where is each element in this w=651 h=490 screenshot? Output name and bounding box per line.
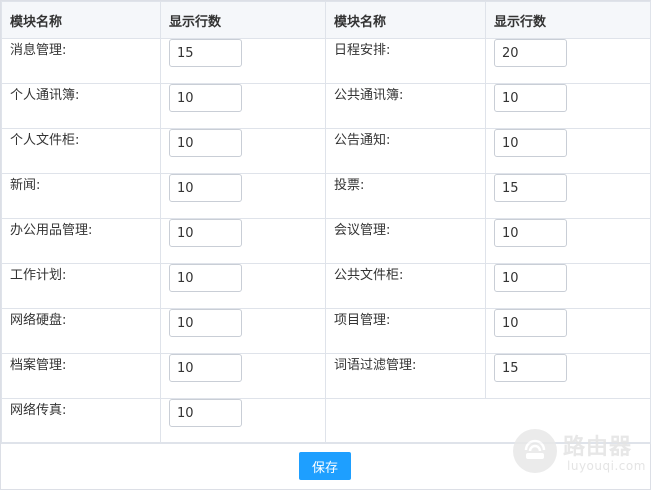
- row-count-input[interactable]: [494, 354, 567, 382]
- row-count-input[interactable]: [169, 129, 242, 157]
- display-rows-table: 模块名称 显示行数 模块名称 显示行数 消息管理: 日程安排: 个人通讯簿: 公…: [1, 1, 651, 444]
- module-label: 个人文件柜:: [1, 128, 161, 174]
- row-count-input[interactable]: [494, 84, 567, 112]
- module-label: 项目管理:: [325, 308, 486, 354]
- module-label: 新闻:: [1, 173, 161, 219]
- module-label: 工作计划:: [1, 263, 161, 309]
- module-label: 档案管理:: [1, 353, 161, 399]
- column-header-display-rows: 显示行数: [160, 1, 326, 39]
- row-count-input[interactable]: [494, 309, 567, 337]
- column-header-module-name: 模块名称: [325, 1, 486, 39]
- module-label: 公共通讯簿:: [325, 83, 486, 129]
- module-label: 网络传真:: [1, 398, 161, 444]
- table-row: 消息管理: 日程安排:: [1, 38, 651, 84]
- table-row: 网络硬盘: 项目管理:: [1, 308, 651, 354]
- row-count-input[interactable]: [169, 219, 242, 247]
- module-label: 消息管理:: [1, 38, 161, 84]
- row-count-input[interactable]: [494, 264, 567, 292]
- watermark: 路由器 luyouqi.com: [513, 425, 645, 481]
- column-header-display-rows: 显示行数: [485, 1, 651, 39]
- row-count-input[interactable]: [169, 399, 242, 427]
- router-logo-icon: [513, 429, 557, 473]
- table-row: 个人文件柜: 公告通知:: [1, 128, 651, 174]
- module-label: 会议管理:: [325, 218, 486, 264]
- table-row: 新闻: 投票:: [1, 173, 651, 219]
- row-count-input[interactable]: [169, 264, 242, 292]
- table-row: 个人通讯簿: 公共通讯簿:: [1, 83, 651, 129]
- module-label: 词语过滤管理:: [325, 353, 486, 399]
- column-header-module-name: 模块名称: [1, 1, 161, 39]
- row-count-input[interactable]: [169, 84, 242, 112]
- module-label: 公告通知:: [325, 128, 486, 174]
- module-label: 投票:: [325, 173, 486, 219]
- row-count-input[interactable]: [494, 174, 567, 202]
- module-label: 办公用品管理:: [1, 218, 161, 264]
- module-label: 网络硬盘:: [1, 308, 161, 354]
- settings-panel: 模块名称 显示行数 模块名称 显示行数 消息管理: 日程安排: 个人通讯簿: 公…: [0, 0, 651, 490]
- module-label: 公共文件柜:: [325, 263, 486, 309]
- table-row: 档案管理: 词语过滤管理:: [1, 353, 651, 399]
- module-label: 个人通讯簿:: [1, 83, 161, 129]
- row-count-input[interactable]: [169, 39, 242, 67]
- watermark-url: luyouqi.com: [567, 459, 646, 473]
- row-count-input[interactable]: [169, 354, 242, 382]
- table-row: 办公用品管理: 会议管理:: [1, 218, 651, 264]
- table-header-row: 模块名称 显示行数 模块名称 显示行数: [1, 1, 651, 39]
- save-button[interactable]: 保存: [299, 452, 351, 480]
- row-count-input[interactable]: [494, 129, 567, 157]
- row-count-input[interactable]: [494, 219, 567, 247]
- watermark-title: 路由器: [563, 435, 633, 460]
- module-label: 日程安排:: [325, 38, 486, 84]
- row-count-input[interactable]: [494, 39, 567, 67]
- row-count-input[interactable]: [169, 309, 242, 337]
- row-count-input[interactable]: [169, 174, 242, 202]
- table-row: 工作计划: 公共文件柜:: [1, 263, 651, 309]
